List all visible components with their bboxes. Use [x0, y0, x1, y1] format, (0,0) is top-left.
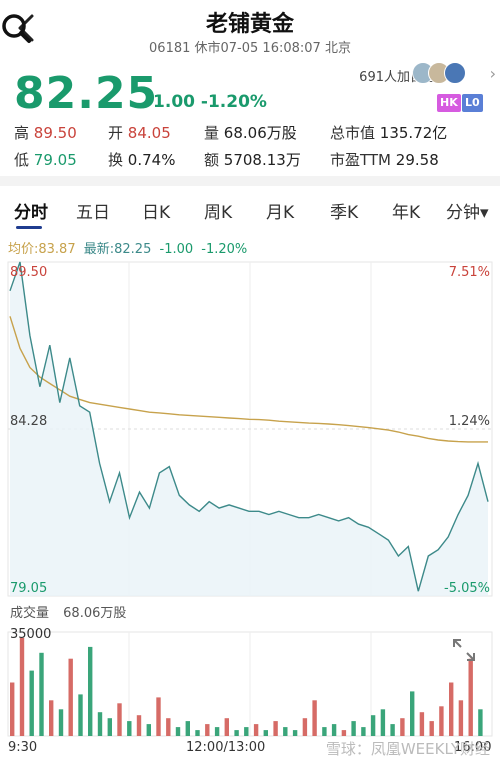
- volume-bar: [19, 637, 25, 736]
- x-tick-midday: 12:00/13:00: [186, 740, 266, 755]
- volume-bar: [224, 718, 229, 736]
- volume-bar: [68, 658, 73, 736]
- volume-bar: [195, 730, 200, 736]
- volume-bar: [341, 730, 347, 736]
- y-tick-percent: -5.05%: [444, 581, 490, 596]
- volume-bar: [273, 721, 278, 736]
- volume-bar: [185, 721, 190, 736]
- volume-bar: [331, 724, 337, 736]
- volume-bar: [166, 718, 171, 736]
- volume-bar: [117, 703, 122, 736]
- volume-bar: [400, 718, 405, 736]
- volume-label: 成交量: [10, 606, 50, 621]
- volume-bar: [97, 712, 103, 736]
- volume-bar: [136, 715, 142, 736]
- y-tick-label: 84.28: [10, 414, 47, 429]
- volume-bar: [78, 694, 83, 736]
- x-tick-open: 9:30: [8, 740, 38, 755]
- y-tick-label: 89.50: [10, 265, 47, 280]
- volume-bar: [49, 700, 54, 736]
- volume-bar: [107, 718, 112, 736]
- volume-bar: [468, 658, 473, 736]
- volume-bar: [88, 646, 93, 736]
- volume-max-tick: 35000: [10, 627, 51, 642]
- volume-bar: [156, 697, 161, 736]
- volume-bar: [58, 709, 64, 736]
- volume-bar: [351, 721, 356, 736]
- volume-bar: [283, 727, 288, 736]
- volume-bar: [146, 724, 151, 736]
- volume-value: 68.06万股: [63, 606, 127, 621]
- volume-bar: [205, 724, 210, 736]
- intraday-chart[interactable]: 89.50 84.28 79.05 7.51% 1.24% -5.05% 35000: [0, 0, 500, 766]
- volume-bar: [127, 721, 132, 736]
- volume-bar: [10, 682, 15, 736]
- volume-bar: [253, 724, 259, 736]
- y-tick-label: 79.05: [10, 581, 47, 596]
- volume-bar: [312, 700, 317, 736]
- volume-bar: [234, 730, 239, 736]
- volume-bar: [439, 706, 444, 736]
- volume-bar: [370, 715, 376, 736]
- volume-bar: [263, 730, 268, 736]
- expand-icon[interactable]: [450, 636, 478, 664]
- volume-bar: [410, 691, 415, 736]
- y-tick-percent: 1.24%: [449, 414, 490, 429]
- volume-bar: [458, 700, 464, 736]
- volume-bar: [322, 727, 327, 736]
- volume-header: 成交量 68.06万股: [10, 602, 126, 621]
- volume-bar: [478, 709, 483, 736]
- volume-bar: [390, 724, 395, 736]
- volume-bar: [419, 712, 425, 736]
- y-tick-percent: 7.51%: [449, 265, 490, 280]
- volume-bar: [292, 730, 298, 736]
- watermark: 雪球：凤凰WEEKLY财经: [325, 740, 490, 758]
- volume-bar: [429, 721, 434, 736]
- volume-bar: [361, 727, 366, 736]
- volume-bar: [302, 718, 308, 736]
- volume-bar: [39, 652, 44, 736]
- volume-bar: [449, 682, 454, 736]
- volume-bar: [380, 709, 386, 736]
- volume-bar: [175, 727, 181, 736]
- volume-bar: [244, 727, 249, 736]
- volume-bar: [214, 727, 220, 736]
- volume-bar: [29, 670, 34, 736]
